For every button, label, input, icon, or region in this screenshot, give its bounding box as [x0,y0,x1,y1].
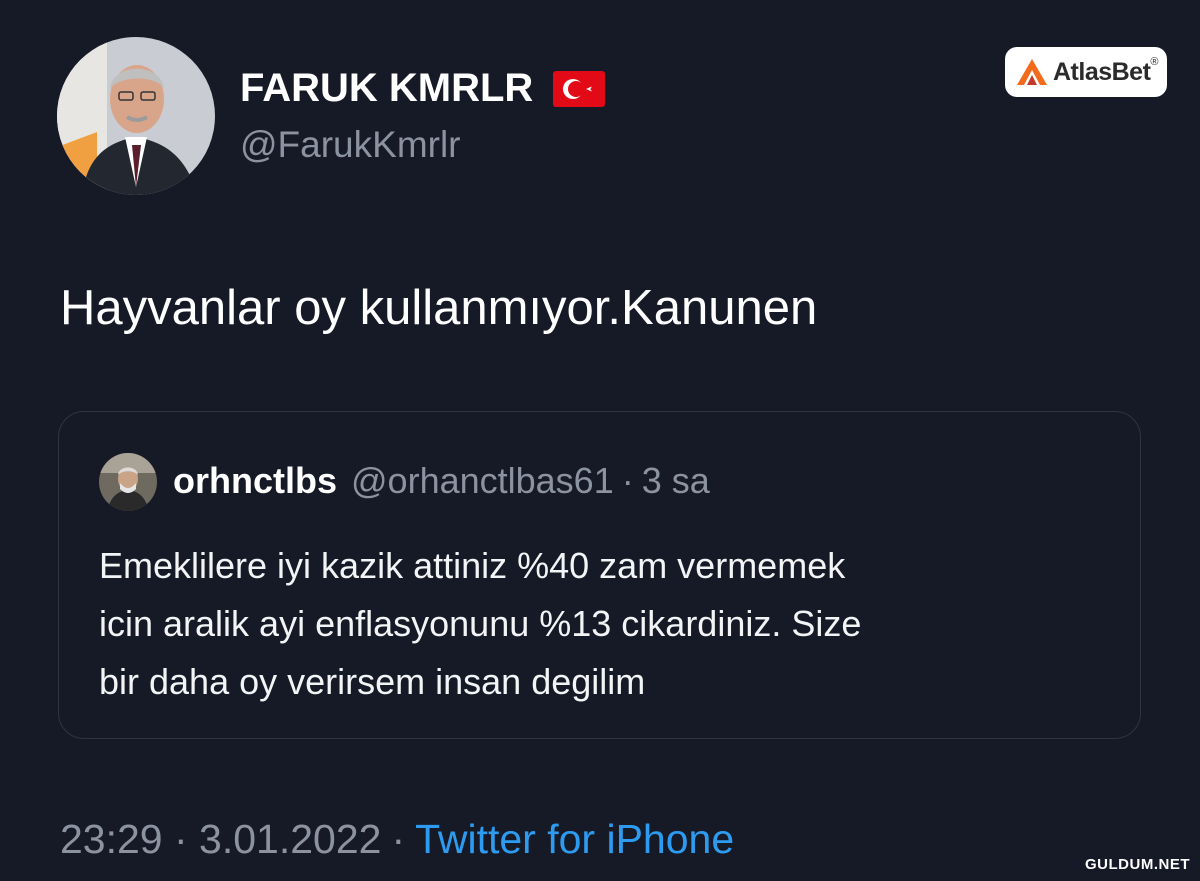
atlasbet-logo-icon [1017,59,1047,85]
quoted-author-name[interactable]: orhnctlbs [173,460,337,502]
tweet-text: Hayvanlar oy kullanmıyor.Kanunen [60,281,818,335]
author-avatar[interactable] [57,37,215,195]
quoted-text-line: icin aralik ayi enflasyonunu %13 cikardi… [99,603,862,644]
tweet-source-link[interactable]: Twitter for iPhone [415,816,734,862]
turkey-flag-icon [553,70,606,107]
quoted-separator: · [621,460,634,501]
meta-separator: · [391,816,406,862]
quoted-author-handle[interactable]: @orhanctlbas61 [351,460,614,502]
author-handle[interactable]: @FarukKmrlr [240,124,461,166]
tweet-meta: 23:29 · 3.01.2022 · Twitter for iPhone [60,816,734,863]
site-watermark: GULDUM.NET [1085,856,1190,873]
atlasbet-logo: AtlasBet ® [1005,47,1167,97]
quoted-tweet-header: orhnctlbs @orhanctlbas61 · 3 sa [173,460,710,502]
author-name[interactable]: FARUK KMRLR [240,66,606,111]
quoted-author-avatar[interactable] [99,453,157,511]
quoted-time[interactable]: 3 sa [642,460,710,502]
quoted-tweet-text: Emeklilere iyi kazik attiniz %40 zam ver… [99,537,861,711]
atlasbet-logo-text: AtlasBet [1053,57,1151,86]
quoted-text-line: Emeklilere iyi kazik attiniz %40 zam ver… [99,545,846,586]
author-name-text: FARUK KMRLR [240,66,534,110]
quoted-text-line: bir daha oy verirsem insan degilim [99,661,646,702]
tweet-timestamp[interactable]: 23:29 · 3.01.2022 [60,816,381,862]
registered-mark: ® [1150,56,1159,68]
quoted-tweet-card[interactable]: orhnctlbs @orhanctlbas61 · 3 sa Emeklile… [58,411,1141,739]
